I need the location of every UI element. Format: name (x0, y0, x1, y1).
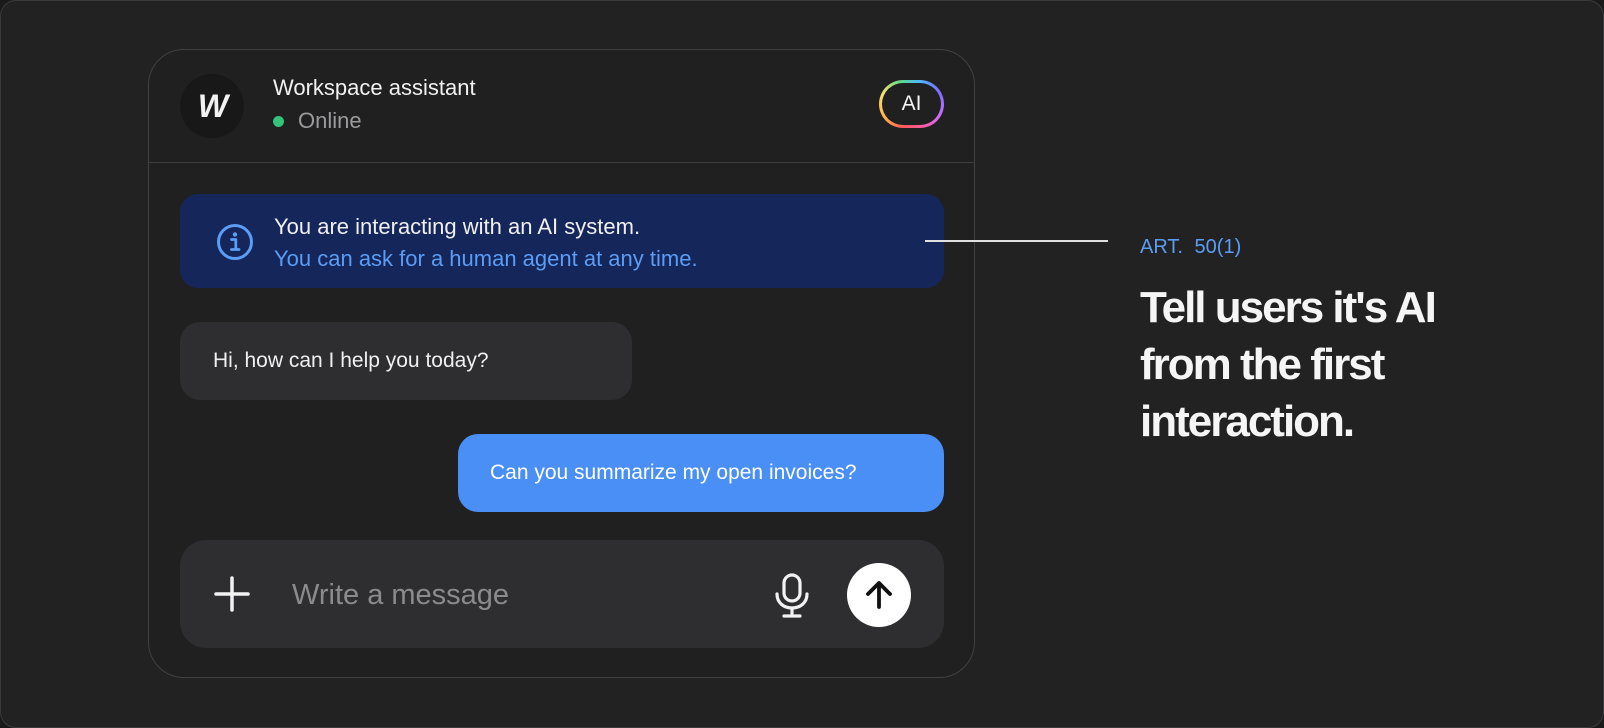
annotation-headline: Tell users it's AI from the first intera… (1140, 283, 1437, 446)
user-message: Can you summarize my open invoices? (458, 434, 944, 512)
chat-window: W Workspace assistant Online AI You are … (148, 49, 975, 678)
ai-badge-label: AI (882, 83, 941, 125)
arrow-up-icon (866, 581, 892, 609)
plus-icon (214, 576, 250, 612)
ai-badge: AI (879, 80, 944, 128)
annotation-connector-line (925, 240, 1108, 242)
message-input[interactable] (290, 570, 744, 620)
status-indicator: Online (273, 108, 362, 134)
online-dot-icon (273, 115, 284, 127)
message-composer (180, 540, 944, 648)
add-attachment-button[interactable] (210, 572, 254, 616)
notice-secondary-text: You can ask for a human agent at any tim… (274, 246, 698, 271)
assistant-name: Workspace assistant (273, 75, 476, 100)
article-reference: ART. 50(1) (1140, 236, 1242, 258)
info-icon (217, 224, 253, 260)
canvas-frame: W Workspace assistant Online AI You are … (0, 0, 1604, 728)
status-text: Online (298, 108, 362, 133)
ai-disclosure-notice: You are interacting with an AI system. Y… (180, 194, 944, 288)
chat-header: W Workspace assistant Online AI (149, 50, 974, 163)
assistant-message: Hi, how can I help you today? (180, 322, 632, 400)
microphone-icon (775, 573, 809, 618)
microphone-button[interactable] (770, 572, 814, 620)
send-button[interactable] (847, 563, 911, 627)
assistant-avatar: W (180, 74, 244, 138)
notice-primary-text: You are interacting with an AI system. (274, 214, 641, 239)
